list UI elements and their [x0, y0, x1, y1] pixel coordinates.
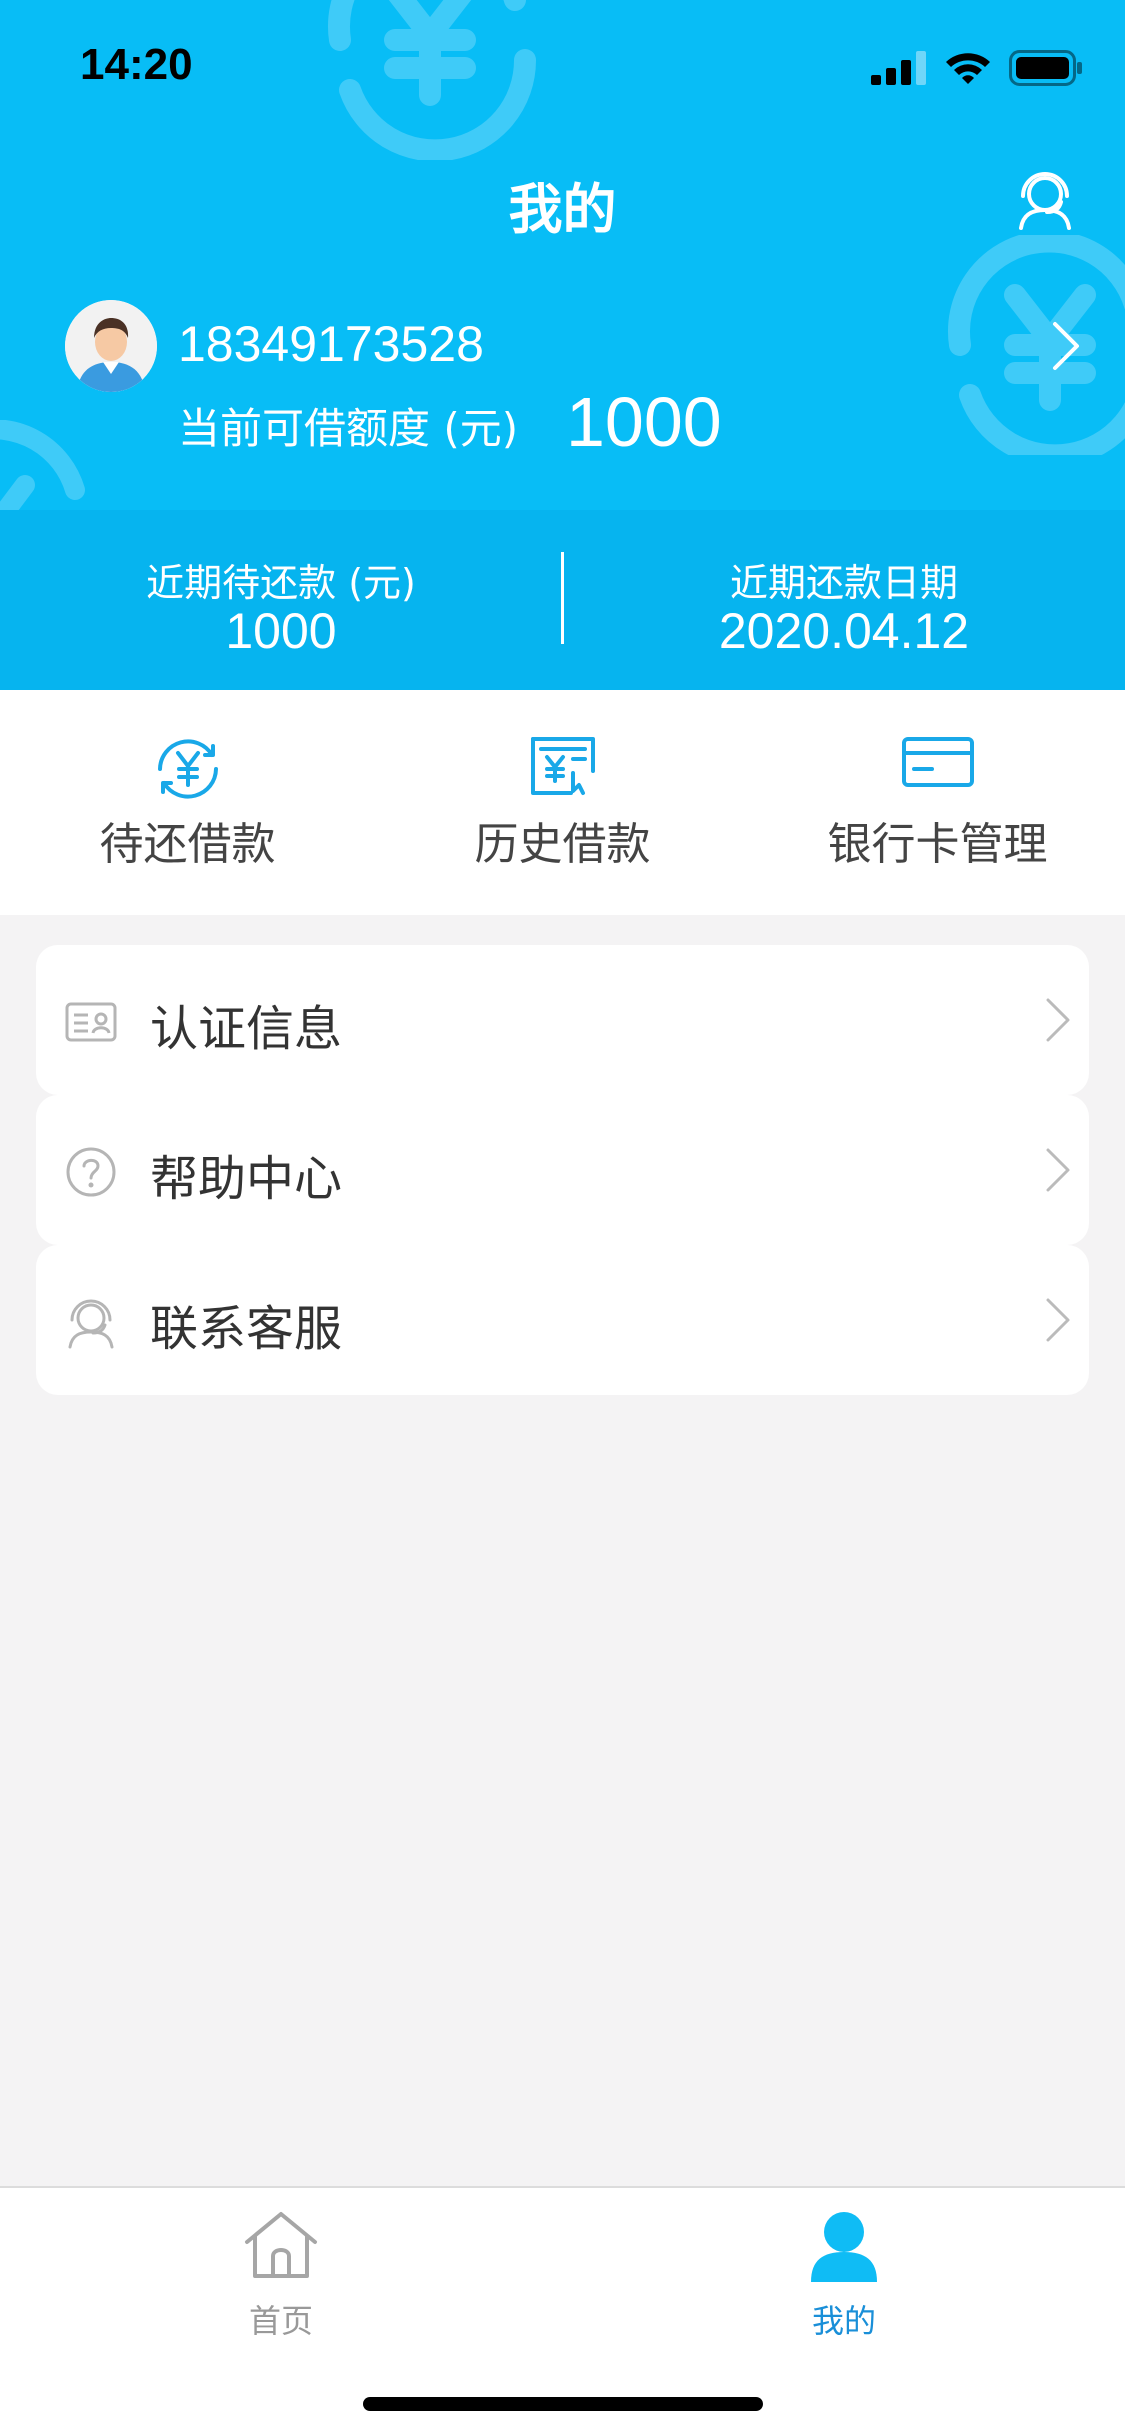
repayment-date: 近期还款日期 2020.04.12 — [563, 510, 1125, 690]
cellular-signal-icon — [871, 51, 926, 85]
yen-refresh-icon — [157, 739, 218, 799]
tab-home[interactable]: 首页 — [0, 2188, 562, 2368]
wifi-icon — [946, 53, 990, 84]
id-card-icon — [65, 1002, 117, 1042]
pending-repayment-label: 近期待还款 (元) — [146, 561, 416, 605]
avatar[interactable] — [65, 300, 157, 392]
pending-repayment: 近期待还款 (元) 1000 — [0, 510, 562, 690]
home-indicator[interactable] — [363, 2397, 763, 2411]
customer-service-icon — [68, 1299, 114, 1349]
status-icons — [871, 48, 1083, 88]
action-label: 银行卡管理 — [827, 819, 1048, 870]
page-title: 我的 — [508, 178, 617, 241]
tab-label: 我的 — [811, 2302, 876, 2340]
yen-watermark-icon — [947, 235, 1125, 455]
chevron-right-icon — [1046, 1298, 1070, 1342]
action-bank-cards[interactable]: 银行卡管理 — [750, 690, 1125, 915]
chevron-right-icon — [1046, 998, 1070, 1042]
help-icon — [66, 1147, 116, 1197]
user-phone: 18349173528 — [178, 316, 484, 372]
menu-label: 联系客服 — [150, 1301, 343, 1357]
action-pending-loans[interactable]: 待还借款 — [0, 690, 375, 915]
quick-actions: 待还借款 历史借款 银行卡管理 — [0, 690, 1125, 915]
menu-item-contact-service[interactable]: 联系客服 — [36, 1245, 1089, 1395]
action-label: 历史借款 — [474, 819, 651, 870]
status-bar: 14:20 — [0, 0, 1125, 132]
repayment-date-value: 2020.04.12 — [718, 603, 970, 659]
bank-card-icon — [901, 737, 974, 787]
quota-value: 1000 — [566, 383, 722, 461]
repayment-summary: 近期待还款 (元) 1000 近期还款日期 2020.04.12 — [0, 510, 1125, 690]
menu-item-verification[interactable]: 认证信息 — [36, 945, 1089, 1095]
menu-label: 帮助中心 — [150, 1151, 343, 1207]
customer-service-icon[interactable] — [1015, 166, 1075, 230]
action-label: 待还借款 — [99, 819, 276, 870]
chevron-right-icon[interactable] — [1051, 320, 1083, 372]
pending-repayment-value: 1000 — [225, 603, 337, 659]
repayment-date-label: 近期还款日期 — [729, 561, 958, 605]
quota-label: 当前可借额度 (元) — [178, 404, 519, 453]
menu-label: 认证信息 — [150, 1001, 343, 1057]
battery-icon — [1009, 50, 1082, 86]
tab-mine[interactable]: 我的 — [563, 2188, 1125, 2368]
menu-item-help[interactable]: 帮助中心 — [36, 1095, 1089, 1245]
chevron-right-icon — [1046, 1148, 1070, 1192]
tab-label: 首页 — [248, 2302, 313, 2340]
action-loan-history[interactable]: 历史借款 — [375, 690, 750, 915]
receipt-icon — [530, 737, 595, 795]
profile-header: 14:20 我的 18349173528 当前可借额度 (元) 1000 近期待… — [0, 0, 1125, 690]
status-time: 14:20 — [80, 40, 193, 89]
person-icon — [811, 2212, 877, 2282]
home-icon — [245, 2212, 317, 2278]
avatar-image — [65, 300, 157, 392]
